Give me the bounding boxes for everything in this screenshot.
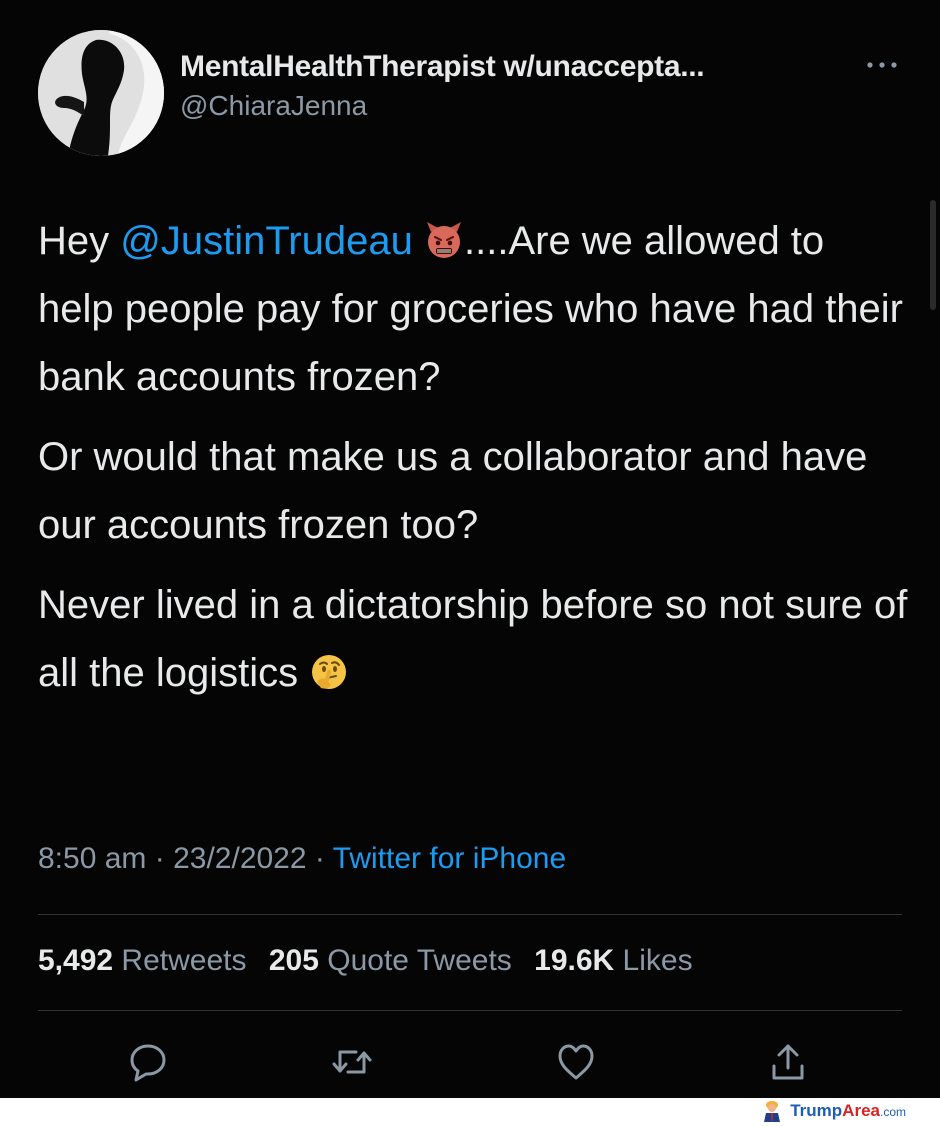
more-icon[interactable] xyxy=(862,58,902,72)
tweet-card: MentalHealthTherapist w/unaccepta... @Ch… xyxy=(0,0,940,1098)
tweet-paragraph-2: Or would that make us a collaborator and… xyxy=(38,435,868,547)
divider xyxy=(38,914,902,915)
display-name[interactable]: MentalHealthTherapist w/unaccepta... xyxy=(180,50,705,84)
meta-separator: · xyxy=(314,842,325,875)
heart-icon[interactable] xyxy=(554,1040,598,1084)
brand-part-3: .com xyxy=(879,1105,906,1119)
brand-part-1: Trump xyxy=(790,1101,843,1120)
quote-tweets-stat[interactable]: 205 Quote Tweets xyxy=(269,944,512,977)
thinking-face-emoji xyxy=(309,645,349,689)
action-bar xyxy=(0,1040,940,1088)
likes-count: 19.6K xyxy=(534,944,615,977)
tweet-header: MentalHealthTherapist w/unaccepta... @Ch… xyxy=(38,30,918,160)
share-icon[interactable] xyxy=(766,1040,810,1084)
tweet-stats: 5,492 Retweets 205 Quote Tweets 19.6K Li… xyxy=(38,944,707,978)
tweet-paragraph-3: Never lived in a dictatorship before so … xyxy=(38,571,908,707)
devil-emoji xyxy=(424,213,464,258)
watermark: TrumpArea.com xyxy=(760,1100,906,1122)
reply-icon[interactable] xyxy=(126,1040,170,1084)
watermark-brand: TrumpArea.com xyxy=(790,1101,906,1121)
tweet-paragraph: Hey @JustinTrudeau ....Are we allowed to… xyxy=(38,207,908,411)
tweet-meta: 8:50 am · 23/2/2022 · Twitter for iPhone xyxy=(38,842,566,876)
mention-link[interactable]: @JustinTrudeau xyxy=(120,219,413,263)
user-handle[interactable]: @ChiaraJenna xyxy=(180,90,704,122)
divider xyxy=(38,1010,902,1011)
author-names: MentalHealthTherapist w/unaccepta... @Ch… xyxy=(180,50,705,122)
avatar[interactable] xyxy=(38,30,164,156)
trump-figure-icon xyxy=(760,1100,784,1122)
tweet-text-prefix: Hey xyxy=(38,219,121,263)
brand-part-2: Area xyxy=(842,1101,880,1120)
retweet-icon[interactable] xyxy=(330,1040,374,1084)
retweets-stat[interactable]: 5,492 Retweets xyxy=(38,944,246,977)
quote-tweets-count: 205 xyxy=(268,944,319,977)
likes-label: Likes xyxy=(622,944,693,977)
tweet-body: Hey @JustinTrudeau ....Are we allowed to… xyxy=(38,207,908,707)
tweet-text-3: Never lived in a dictatorship before so … xyxy=(38,583,908,695)
tweet-source-link[interactable]: Twitter for iPhone xyxy=(333,842,566,875)
tweet-date[interactable]: 23/2/2022 xyxy=(173,842,306,875)
tweet-time[interactable]: 8:50 am xyxy=(38,842,146,875)
retweets-label: Retweets xyxy=(121,944,247,977)
retweets-count: 5,492 xyxy=(38,944,114,977)
quote-tweets-label: Quote Tweets xyxy=(327,944,512,977)
meta-separator: · xyxy=(154,842,165,875)
scrollbar[interactable] xyxy=(930,200,936,310)
likes-stat[interactable]: 19.6K Likes xyxy=(534,944,692,977)
